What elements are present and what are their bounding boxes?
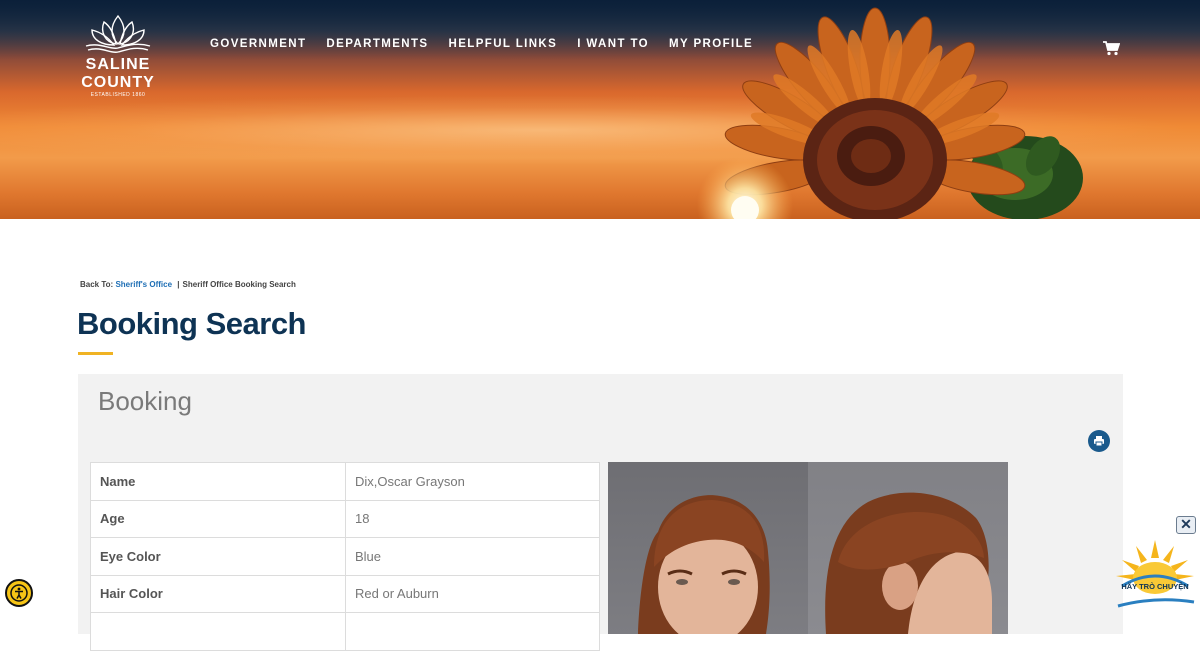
row-value-name: Dix,Oscar Grayson [345, 462, 600, 501]
nav-i-want-to[interactable]: I WANT TO [577, 38, 649, 50]
accessibility-icon [10, 584, 28, 602]
row-value-hair-color: Red or Auburn [345, 574, 600, 613]
nav-departments[interactable]: DEPARTMENTS [326, 38, 428, 50]
row-value-next [345, 612, 600, 651]
nav-government[interactable]: GOVERNMENT [210, 38, 306, 50]
table-row: Hair Color Red or Auburn [90, 574, 600, 613]
photo-side-view [808, 462, 1008, 634]
row-label-eye-color: Eye Color [90, 537, 346, 576]
booking-info-table: Name Dix,Oscar Grayson Age 18 Eye Color … [90, 462, 600, 651]
breadcrumb-prefix: Back To: [80, 280, 114, 289]
chat-widget[interactable]: HÃY TRÒ CHUYỆN [1112, 536, 1198, 612]
hero-banner: SALINE COUNTY ESTABLISHED 1860 GOVERNMEN… [0, 0, 1200, 219]
table-row: Name Dix,Oscar Grayson [90, 462, 600, 501]
row-label-next [90, 612, 346, 651]
shopping-cart-icon[interactable] [1102, 40, 1121, 56]
row-label-name: Name [90, 462, 346, 501]
breadcrumb-current: Sheriff Office Booking Search [182, 280, 296, 289]
breadcrumb-separator: | [177, 280, 180, 289]
print-icon [1094, 436, 1104, 447]
chat-label: HÃY TRÒ CHUYỆN [1121, 582, 1189, 591]
breadcrumb-link-sheriffs-office[interactable]: Sheriff's Office [115, 280, 172, 289]
saline-county-logo[interactable]: SALINE COUNTY ESTABLISHED 1860 [80, 12, 156, 98]
booking-photo [608, 462, 1008, 634]
nav-my-profile[interactable]: MY PROFILE [669, 38, 753, 50]
table-row: Age 18 [90, 499, 600, 538]
accessibility-button[interactable] [5, 579, 33, 607]
chat-close-button[interactable]: ✕ [1176, 516, 1196, 534]
lotus-emblem-icon [85, 14, 151, 54]
row-value-age: 18 [345, 499, 600, 538]
table-row: Eye Color Blue [90, 537, 600, 576]
sun-chat-icon [1116, 540, 1195, 608]
sunflower-image [697, 7, 1083, 219]
logo-line2: COUNTY [81, 74, 155, 91]
photo-front-view [608, 462, 808, 634]
logo-line1: SALINE [85, 56, 151, 73]
row-label-age: Age [90, 499, 346, 538]
table-row [90, 612, 600, 651]
page-title: Booking Search [77, 306, 307, 341]
title-underline [78, 352, 113, 355]
panel-title: Booking [98, 386, 192, 416]
print-button[interactable] [1088, 430, 1110, 452]
logo-established: ESTABLISHED 1860 [90, 92, 146, 98]
row-value-eye-color: Blue [345, 537, 600, 576]
close-icon: ✕ [1180, 516, 1192, 532]
main-nav: GOVERNMENT DEPARTMENTS HELPFUL LINKS I W… [200, 38, 763, 50]
row-label-hair-color: Hair Color [90, 574, 346, 613]
booking-panel: Booking Name Dix,Oscar Grayson Age 18 Ey… [78, 374, 1123, 651]
breadcrumb: Back To: Sheriff's Office | Sheriff Offic… [80, 280, 296, 289]
nav-helpful-links[interactable]: HELPFUL LINKS [449, 38, 558, 50]
